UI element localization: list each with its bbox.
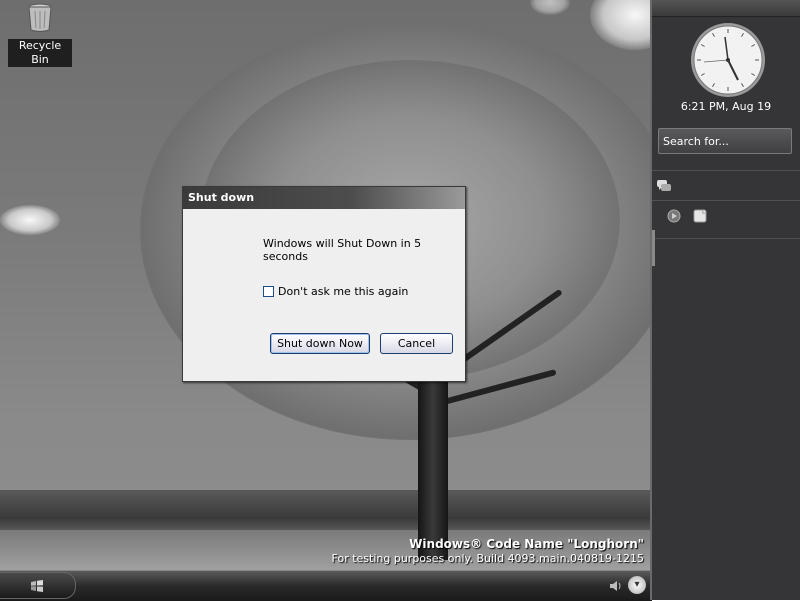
sidebar-scroll-handle[interactable] [652, 230, 655, 266]
recycle-bin-label: Recycle Bin [8, 39, 72, 67]
sidebar-divider [652, 200, 800, 201]
chat-bubbles-icon[interactable] [656, 178, 672, 194]
dialog-title: Shut down [183, 187, 465, 209]
recycle-bin-shortcut[interactable]: Recycle Bin [8, 2, 72, 67]
cloud [590, 0, 652, 50]
expand-tray-icon[interactable]: ▾ [628, 576, 646, 594]
sidebar-divider [652, 238, 800, 239]
start-button[interactable] [0, 572, 76, 599]
cloud [530, 0, 570, 15]
recycle-bin-icon [28, 3, 52, 32]
dont-ask-checkbox-row[interactable]: Don't ask me this again [263, 285, 408, 298]
clock-icon[interactable] [690, 22, 766, 98]
media-icon[interactable] [666, 208, 682, 224]
search-input[interactable] [658, 128, 792, 154]
cancel-button[interactable]: Cancel [380, 333, 453, 354]
watermark-title: Windows® Code Name "Longhorn" [409, 537, 644, 551]
shutdown-dialog: Shut down Windows will Shut Down in 5 se… [182, 186, 466, 382]
dont-ask-checkbox-label: Don't ask me this again [278, 285, 409, 298]
watermark-build: For testing purposes only. Build 4093.ma… [331, 552, 644, 565]
tree-trunk [418, 360, 448, 560]
dont-ask-checkbox[interactable] [263, 286, 274, 297]
sidebar: 6:21 PM, Aug 19 [650, 0, 800, 600]
sidebar-divider [652, 170, 800, 171]
cloud [0, 205, 60, 235]
windows-flag-icon [31, 580, 43, 592]
taskbar: ▾ [0, 570, 652, 601]
clock-label: 6:21 PM, Aug 19 [680, 100, 772, 113]
sidebar-top-bar [652, 0, 800, 17]
volume-icon[interactable] [608, 579, 622, 593]
build-watermark: Windows® Code Name "Longhorn" For testin… [332, 536, 644, 566]
dialog-message: Windows will Shut Down in 5 seconds [263, 237, 422, 263]
note-icon[interactable] [692, 208, 708, 224]
shutdown-now-button[interactable]: Shut down Now [270, 333, 370, 354]
